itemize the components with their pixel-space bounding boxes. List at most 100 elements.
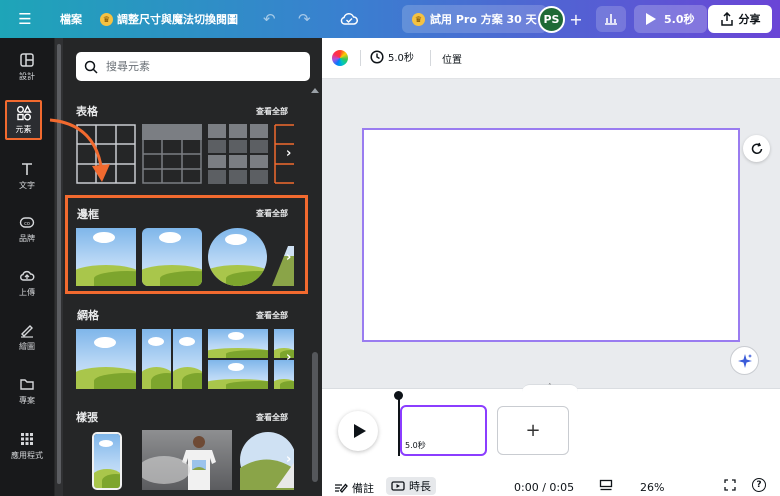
panel-scrollbar[interactable]: [309, 80, 321, 496]
add-collaborator-icon[interactable]: +: [568, 0, 584, 38]
annotation-arrow-icon: [49, 118, 110, 182]
upload-icon: [20, 270, 35, 281]
search-icon: [84, 60, 98, 74]
magic-assistant-button[interactable]: [730, 346, 759, 375]
toolbar-divider: [430, 50, 431, 66]
rail-label: 設計: [19, 72, 35, 81]
notes-button[interactable]: 備註: [334, 480, 374, 496]
text-icon: [22, 163, 32, 175]
phone-mockup-thumbnail[interactable]: [92, 432, 122, 490]
add-page-button[interactable]: +: [497, 406, 569, 455]
rail-item-design[interactable]: 設計: [0, 52, 54, 82]
insights-icon[interactable]: [596, 6, 626, 32]
avatar[interactable]: PS: [538, 6, 565, 33]
resize-magic-switch-button[interactable]: ♛ 調整尺寸與魔法切換閱圖: [100, 0, 238, 38]
rail-label: 品牌: [19, 234, 35, 243]
share-button[interactable]: 分享: [708, 5, 772, 33]
timeline-icon: [391, 481, 405, 491]
duration-label: 5.0秒: [388, 53, 414, 64]
chevron-right-icon[interactable]: ›: [286, 350, 291, 365]
rail-item-upload[interactable]: 上傳: [0, 268, 54, 298]
crown-icon: ♛: [412, 12, 425, 26]
svg-text:co: co: [24, 221, 30, 227]
layout-icon: [20, 53, 34, 67]
grid-two-col-thumbnail[interactable]: [142, 329, 171, 389]
file-menu[interactable]: 檔案: [60, 0, 82, 38]
notes-icon: [335, 483, 348, 493]
menu-icon[interactable]: ☰: [14, 0, 36, 38]
playhead[interactable]: [398, 394, 400, 456]
see-all-grids-link[interactable]: 查看全部: [256, 310, 288, 321]
table-thumbnail[interactable]: [142, 124, 202, 184]
time-readout: 0:00 / 0:05: [514, 481, 575, 494]
rail-label: 應用程式: [11, 451, 43, 460]
crown-icon: ♛: [100, 12, 113, 26]
tshirt-mockup-thumbnail[interactable]: [142, 430, 232, 490]
play-icon: [646, 13, 656, 25]
chevron-right-icon[interactable]: ›: [286, 146, 291, 161]
rail-scrollbar[interactable]: [55, 38, 63, 496]
undo-icon[interactable]: ↶: [263, 0, 276, 38]
zoom-level[interactable]: 26%: [640, 481, 664, 494]
play-icon: [353, 424, 366, 438]
rail-label: 繪圖: [19, 342, 35, 351]
cloud-save-icon[interactable]: [340, 0, 358, 38]
toolbar-divider: [360, 50, 361, 66]
add-comment-button[interactable]: [743, 135, 770, 162]
search-box[interactable]: [76, 52, 310, 81]
try-pro-label: 試用 Pro 方案 30 天: [430, 13, 537, 26]
rail-label: 專案: [19, 396, 35, 405]
duration-toggle-label: 時長: [409, 480, 431, 493]
timeline-clip[interactable]: 5.0秒: [400, 405, 487, 456]
folder-icon: [20, 379, 34, 390]
clip-duration: 5.0秒: [405, 441, 426, 450]
apps-icon: [21, 433, 33, 445]
share-icon: [720, 12, 733, 26]
rail-item-elements[interactable]: 元素: [5, 100, 42, 140]
grid-two-col-thumbnail[interactable]: [173, 329, 202, 389]
chevron-right-icon[interactable]: ›: [286, 452, 291, 467]
scroll-up-icon[interactable]: [311, 88, 319, 93]
timeline-resize-handle[interactable]: ˆ: [522, 383, 578, 394]
refresh-comment-icon: [751, 142, 762, 154]
rail-item-apps[interactable]: 應用程式: [0, 431, 54, 461]
see-all-mockups-link[interactable]: 查看全部: [256, 412, 288, 423]
rail-item-brand[interactable]: co 品牌: [0, 214, 54, 244]
redo-icon[interactable]: ↷: [298, 0, 311, 38]
duration-toggle-button[interactable]: 時長: [386, 477, 436, 495]
duration-button[interactable]: 5.0秒: [370, 49, 414, 64]
rail-item-draw[interactable]: 繪圖: [0, 322, 54, 352]
clock-icon: [370, 49, 384, 64]
chevron-up-icon: ˆ: [548, 383, 552, 391]
annotation-highlight-frames: [65, 195, 308, 294]
rail-item-projects[interactable]: 專案: [0, 376, 54, 406]
present-duration-label: 5.0秒: [664, 13, 695, 26]
try-pro-button[interactable]: ♛ 試用 Pro 方案 30 天: [402, 5, 547, 33]
help-button[interactable]: ?: [752, 478, 766, 492]
position-button[interactable]: 位置: [442, 51, 462, 66]
see-all-tables-link[interactable]: 查看全部: [256, 106, 288, 117]
draw-icon: [21, 325, 33, 338]
grid-two-row-thumbnail[interactable]: [208, 329, 268, 358]
present-play-button[interactable]: 5.0秒: [634, 5, 707, 33]
search-input[interactable]: [106, 60, 296, 73]
fullscreen-icon[interactable]: [724, 479, 736, 491]
page-view-icon[interactable]: [599, 479, 613, 491]
grid-two-row-thumbnail[interactable]: [208, 360, 268, 389]
rail-label: 上傳: [19, 288, 35, 297]
design-page[interactable]: [362, 128, 740, 342]
share-label: 分享: [738, 13, 761, 26]
table-thumbnail[interactable]: [208, 124, 268, 184]
brand-icon: co: [19, 217, 35, 228]
sparkle-icon: [737, 353, 752, 368]
notes-label: 備註: [352, 482, 374, 495]
rail-label: 文字: [19, 181, 35, 190]
grid-single-thumbnail[interactable]: [76, 329, 136, 389]
section-title-grids: 網格: [77, 309, 99, 322]
timeline-play-button[interactable]: [338, 411, 378, 451]
top-bar: ☰ 檔案 ♛ 調整尺寸與魔法切換閱圖 ↶ ↷ ♛ 試用 Pro 方案 30 天 …: [0, 0, 780, 38]
shapes-icon: [16, 105, 32, 121]
background-color-icon[interactable]: [332, 50, 348, 66]
playhead-handle[interactable]: [394, 391, 403, 400]
scrollbar-thumb[interactable]: [312, 352, 318, 482]
